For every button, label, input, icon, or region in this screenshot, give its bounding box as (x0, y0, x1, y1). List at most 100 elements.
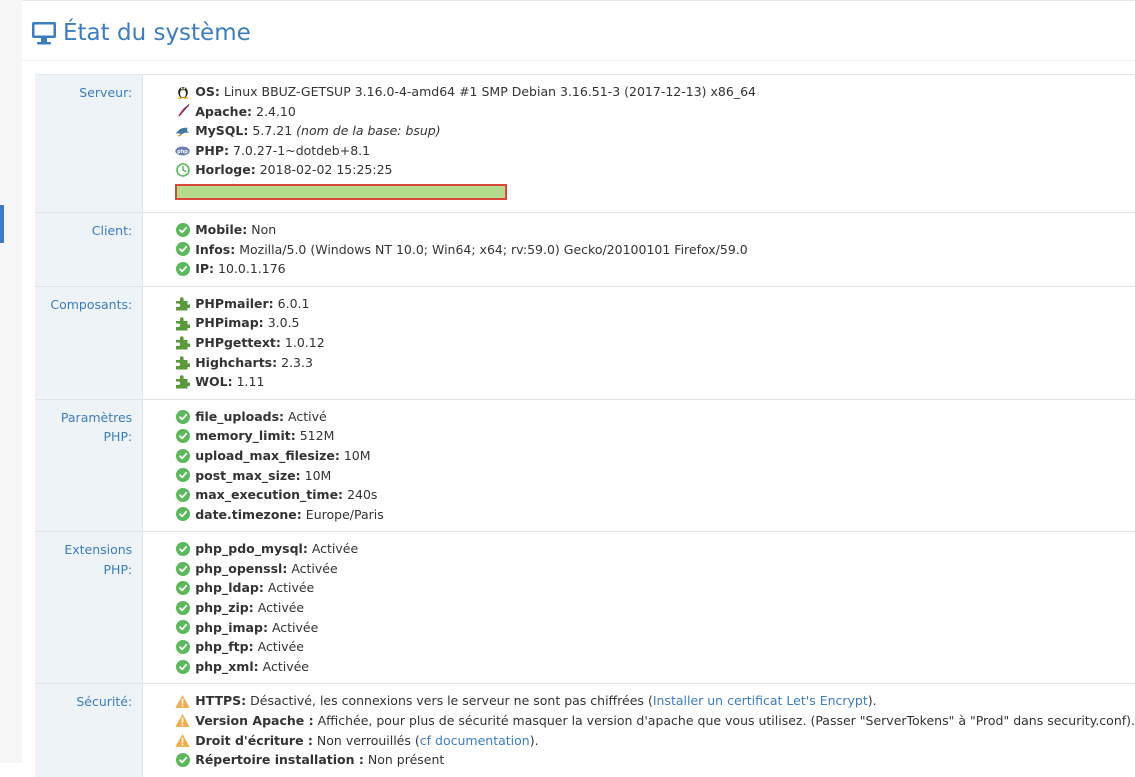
component-phpgettext-value: 1.0.12 (284, 334, 325, 350)
php-param-row: file_uploads: Activé (175, 407, 1135, 427)
puzzle-icon (175, 374, 191, 389)
php-ext-row: php_imap: Activée (175, 618, 1135, 638)
page-title: État du système (31, 16, 251, 50)
apache-feather-icon (175, 104, 190, 119)
left-gutter (0, 0, 23, 763)
server-progress-bar (175, 183, 508, 200)
component-row: PHPmailer: 6.0.1 (175, 294, 1135, 314)
monitor-icon (32, 22, 56, 45)
client-mobile-value: Non (251, 221, 277, 237)
php-param-value: 512M (299, 428, 335, 444)
component-phpimap-value: 3.0.5 (267, 315, 300, 331)
server-php-value: 7.0.27-1~dotdeb+8.1 (233, 142, 371, 158)
check-circle-icon (175, 600, 190, 615)
letsencrypt-link[interactable]: Installer un certificat Let's Encrypt (653, 691, 868, 711)
component-highcharts-key: Highcharts: (195, 354, 278, 370)
check-circle-icon (175, 561, 190, 576)
components-values: PHPmailer: 6.0.1 PHPimap: 3.0.5 PHPgette… (142, 285, 1135, 400)
php-params-section: Paramètres PHP: file_uploads: Activé mem… (35, 398, 1135, 532)
left-scroll-accent (0, 205, 4, 243)
server-values: OS: Linux BBUZ-GETSUP 3.16.0-4-amd64 #1 … (142, 74, 1135, 213)
php-params-label-line1: Paramètres (60, 409, 133, 425)
server-progress-fill (177, 185, 506, 198)
php-param-row: memory_limit: 512M (175, 426, 1135, 446)
php-param-value: 10M (343, 447, 371, 463)
check-circle-icon (175, 507, 190, 522)
server-label: Serveur: (35, 74, 144, 213)
warning-triangle-icon (175, 713, 190, 728)
security-https-text: Désactivé, les connexions vers le serveu… (250, 693, 644, 709)
security-apache-text: Affichée, pour plus de sécurité masquer … (317, 713, 1135, 729)
component-phpmailer-value: 6.0.1 (277, 295, 310, 311)
php-ext-value: Activée (257, 600, 305, 616)
mysql-dolphin-icon (175, 123, 190, 138)
server-clock-key: Horloge: (195, 162, 256, 178)
server-mysql-key: MySQL: (195, 123, 249, 139)
php-ext-value: Activée (257, 639, 304, 655)
php-ext-key: php_ldap: (195, 580, 264, 596)
php-param-key: upload_max_filesize: (195, 447, 340, 463)
php-ext-key: php_openssl: (195, 560, 288, 576)
check-circle-icon (175, 429, 190, 444)
client-mobile-key: Mobile: (195, 221, 248, 237)
security-install-text: Non présent (367, 752, 445, 768)
client-label: Client: (35, 211, 144, 287)
svg-text:php: php (177, 148, 188, 154)
check-circle-icon (175, 542, 190, 557)
php-ext-row: php_xml: Activée (175, 657, 1135, 677)
check-circle-icon (175, 222, 190, 237)
server-mysql-dbname: (nom de la base: bsup) (296, 123, 441, 139)
php-param-value: Europe/Paris (305, 506, 384, 522)
check-circle-icon (175, 468, 190, 483)
php-ext-key: php_pdo_mysql: (195, 541, 308, 557)
security-https-paren-close: ). (867, 693, 877, 709)
php-ext-value: Activée (271, 619, 319, 635)
php-param-key: memory_limit: (195, 428, 296, 444)
component-row: PHPimap: 3.0.5 (175, 313, 1135, 333)
php-param-row: post_max_size: 10M (175, 466, 1135, 486)
security-write-key: Droit d'écriture : (195, 732, 313, 748)
php-ext-row: php_openssl: Activée (175, 559, 1135, 579)
server-clock-row: Horloge: 2018-02-02 15:25:25 (175, 160, 1135, 180)
php-ext-value: Activée (291, 560, 338, 576)
check-circle-icon (175, 261, 190, 276)
component-phpmailer-key: PHPmailer: (195, 295, 274, 311)
php-params-values: file_uploads: Activé memory_limit: 512M … (142, 398, 1135, 532)
client-infos-value: Mozilla/5.0 (Windows NT 10.0; Win64; x64… (239, 241, 748, 257)
check-circle-icon (175, 620, 190, 635)
php-params-label: Paramètres PHP: (35, 398, 144, 532)
client-row: Infos: Mozilla/5.0 (Windows NT 10.0; Win… (175, 240, 1135, 260)
client-infos-key: Infos: (195, 241, 236, 257)
php-ext-value: Activée (267, 580, 315, 596)
client-section: Client: Mobile: Non Infos: Mozilla/5.0 (… (35, 211, 1135, 287)
server-section: Serveur: OS: Linux BBUZ-GETSUP 3.16.0-4-… (35, 74, 1135, 213)
security-install-key: Répertoire installation : (195, 752, 364, 768)
php-ext-row: php_ldap: Activée (175, 578, 1135, 598)
server-os-value: Linux BBUZ-GETSUP 3.16.0-4-amd64 #1 SMP … (223, 84, 756, 99)
puzzle-icon (175, 296, 191, 311)
php-logo-icon: php (175, 143, 190, 158)
check-circle-icon (175, 242, 190, 257)
documentation-link[interactable]: cf documentation (420, 731, 530, 751)
php-extensions-label: Extensions PHP: (35, 531, 144, 684)
clock-icon (175, 163, 190, 178)
component-highcharts-value: 2.3.3 (281, 354, 313, 370)
security-https-key: HTTPS: (195, 693, 247, 709)
puzzle-icon (175, 355, 191, 370)
php-ext-row: php_ftp: Activée (175, 637, 1135, 657)
php-ext-row: php_zip: Activée (175, 598, 1135, 618)
php-extensions-section: Extensions PHP: php_pdo_mysql: Activée p… (35, 531, 1135, 684)
check-circle-icon (175, 487, 190, 502)
client-ip-key: IP: (195, 261, 215, 277)
component-phpgettext-key: PHPgettext: (195, 334, 281, 350)
component-row: Highcharts: 2.3.3 (175, 353, 1135, 373)
puzzle-icon (175, 316, 191, 331)
page-title-text: État du système (63, 20, 251, 46)
client-ip-value: 10.0.1.176 (218, 261, 286, 277)
check-circle-icon (175, 659, 190, 674)
php-param-value: Activé (288, 408, 327, 424)
security-https-row: HTTPS: Désactivé, les connexions vers le… (175, 691, 1135, 711)
component-phpimap-key: PHPimap: (195, 315, 264, 331)
server-apache-row: Apache: 2.4.10 (175, 102, 1135, 122)
client-row: Mobile: Non (175, 220, 1135, 240)
